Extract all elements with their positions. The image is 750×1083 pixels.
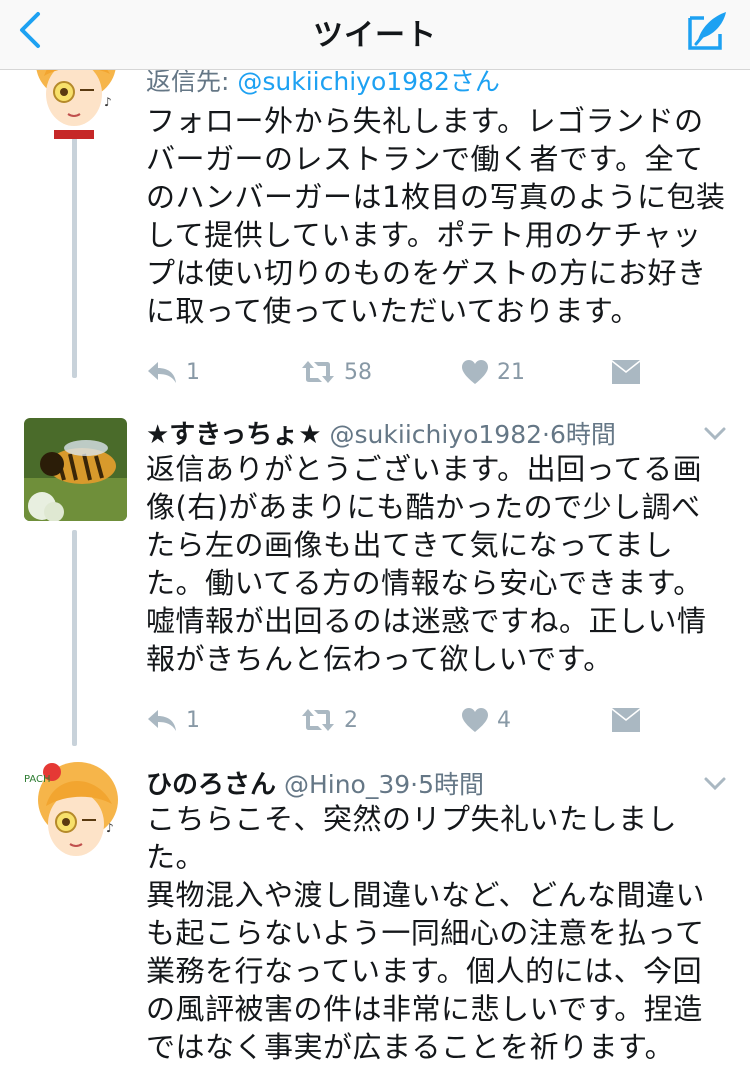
reply-count: 1	[186, 359, 200, 385]
tweet-text-line: プは使い切りのものをゲストの方にお好き	[146, 256, 707, 290]
reply-button[interactable]: 1	[146, 352, 200, 392]
tweet-text-line: に取って使っていただいております。	[146, 294, 640, 328]
display-name[interactable]: ★すきっちょ★	[146, 420, 322, 450]
avatar[interactable]: PACH ♪	[24, 760, 127, 863]
tweet-item[interactable]: ♪ 返信先: @sukiichiyo1982さん フォロー外から失礼します。レゴ…	[0, 70, 750, 410]
reply-to-mention-link[interactable]: @sukiichiyo1982さん	[237, 70, 500, 96]
tweet-item[interactable]: PACH ♪ ひのろさん @Hino_39·5時間 こちらこそ、突然のリプ失礼い…	[0, 760, 750, 1083]
tweet-text: こちらこそ、突然のリプ失礼いたしまし た。 異物混入や渡し間違いなど、どんな間違…	[146, 800, 736, 1066]
tweet-text-line: 異物混入や渡し間違いなど、どんな間違い	[146, 878, 706, 912]
tweet-text-line: 嘘情報が出回るのは迷惑ですね。正しい情	[146, 604, 707, 638]
reply-icon	[146, 359, 178, 385]
tweet-text-line: 返信ありがとうございます。出回ってる画	[146, 452, 703, 486]
envelope-icon	[611, 707, 641, 733]
thread-connector-line	[72, 530, 77, 746]
user-handle[interactable]: @Hino_39	[284, 770, 410, 799]
svg-text:♪: ♪	[104, 95, 112, 109]
retweet-button[interactable]: 2	[300, 700, 358, 740]
tweet-text-line: フォロー外から失礼します。レゴランドの	[146, 104, 704, 138]
tweet-actions: 1 2 4	[146, 700, 666, 740]
tweet-text-line: のハンバーガーは1枚目の写真のように包装	[146, 180, 726, 214]
tweet-text: 返信ありがとうございます。出回ってる画 像(右)があまりにも酷かったので少し調べ…	[146, 450, 736, 678]
tweet-text-line: た。	[146, 840, 206, 874]
tweet-text: フォロー外から失礼します。レゴランドの バーガーのレストランで働く者です。全て …	[146, 102, 736, 330]
avatar[interactable]: ♪	[24, 70, 127, 139]
like-count: 4	[497, 707, 511, 733]
tweet-text-line: 像(右)があまりにも酷かったので少し調べ	[146, 490, 701, 524]
like-button[interactable]: 4	[461, 700, 511, 740]
chevron-down-icon[interactable]	[702, 770, 728, 796]
tweet-thread: ♪ 返信先: @sukiichiyo1982さん フォロー外から失礼します。レゴ…	[0, 70, 750, 1083]
user-handle[interactable]: @sukiichiyo1982	[330, 420, 543, 449]
timestamp-separator: ·	[542, 420, 550, 449]
tweet-text-line: 業務を行なっています。個人的には、今回	[146, 954, 703, 988]
page-title: ツイート	[313, 18, 437, 53]
svg-text:♪: ♪	[106, 821, 114, 835]
reply-button[interactable]: 1	[146, 700, 200, 740]
reply-to-label: 返信先: @sukiichiyo1982さん	[146, 70, 500, 98]
heart-icon	[461, 359, 489, 385]
tweet-text-line: た。働いてる方の情報なら安心できます。	[146, 566, 703, 600]
tweet-header: ひのろさん @Hino_39·5時間	[146, 764, 484, 801]
tweet-text-line: バーガーのレストランで働く者です。全て	[146, 142, 704, 176]
retweet-button[interactable]: 58	[300, 352, 372, 392]
direct-message-button[interactable]	[611, 352, 641, 392]
heart-icon	[461, 707, 489, 733]
timestamp: 6時間	[549, 420, 616, 449]
timestamp-separator: ·	[410, 770, 419, 799]
bottom-edge	[0, 1076, 750, 1083]
reply-count: 1	[186, 707, 200, 733]
avatar[interactable]	[24, 418, 127, 521]
display-name[interactable]: ひのろさん	[146, 770, 276, 800]
retweet-count: 58	[344, 359, 372, 385]
tweet-text-line: ではなく事実が広まることを祈ります。	[146, 1030, 675, 1064]
tweet-text-line: の風評被害の件は非常に悲しいです。捏造	[146, 992, 703, 1026]
tweet-text-line: 報がきちんと伝わって欲しいです。	[146, 642, 613, 676]
nav-bar: ツイート	[0, 0, 750, 70]
like-count: 21	[497, 359, 525, 385]
tweet-text-line: も起こらないよう一同細心の注意を払って	[146, 916, 705, 950]
tweet-text-line: たら左の画像も出てきて気になってまし	[146, 528, 674, 562]
timestamp: 5時間	[418, 770, 485, 799]
retweet-icon	[300, 359, 336, 385]
tweet-text-line: して提供しています。ポテト用のケチャッ	[146, 218, 702, 252]
chevron-down-icon[interactable]	[702, 420, 728, 446]
tweet-text-line: こちらこそ、突然のリプ失礼いたしまし	[146, 802, 678, 836]
retweet-icon	[300, 707, 336, 733]
compose-tweet-icon[interactable]	[684, 6, 732, 54]
svg-text:PACH: PACH	[24, 774, 51, 785]
envelope-icon	[611, 359, 641, 385]
tweet-item[interactable]: ★すきっちょ★ @sukiichiyo1982·6時間 返信ありがとうございます…	[0, 410, 750, 746]
reply-to-prefix: 返信先:	[146, 70, 238, 96]
like-button[interactable]: 21	[461, 352, 525, 392]
retweet-count: 2	[344, 707, 358, 733]
direct-message-button[interactable]	[611, 700, 641, 740]
tweet-actions: 1 58 21	[146, 352, 666, 392]
tweet-header: ★すきっちょ★ @sukiichiyo1982·6時間	[146, 414, 616, 451]
reply-icon	[146, 707, 178, 733]
